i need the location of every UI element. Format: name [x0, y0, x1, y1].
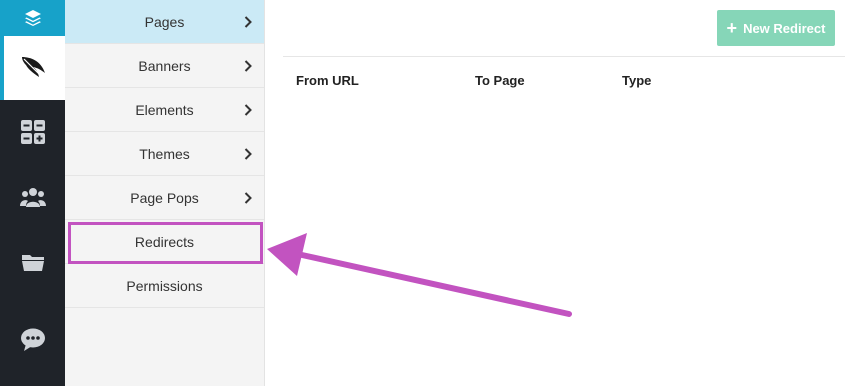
apps-grid-icon: [20, 120, 45, 144]
menu-item-page-pops[interactable]: Page Pops: [65, 176, 264, 220]
menu-item-elements[interactable]: Elements: [65, 88, 264, 132]
layers-icon: [24, 10, 41, 26]
chevron-right-icon: [242, 103, 254, 116]
chevron-right-icon: [242, 59, 254, 72]
main-content: + New Redirect From URL To Page Type: [265, 0, 860, 386]
chevron-right-icon: [242, 15, 254, 28]
menu-item-label: Banners: [138, 57, 191, 74]
plus-icon: +: [726, 18, 738, 38]
annotation-highlight-box: [68, 222, 263, 264]
menu-item-pages[interactable]: Pages: [65, 0, 264, 44]
menu-item-permissions[interactable]: Permissions: [65, 264, 264, 308]
column-header-type[interactable]: Type: [622, 73, 651, 88]
rail-item-folder[interactable]: [0, 242, 65, 282]
feather-icon: [21, 57, 45, 77]
icon-rail: [0, 0, 65, 386]
rail-item-chat[interactable]: [0, 320, 65, 360]
menu-item-label: Permissions: [126, 277, 203, 294]
chevron-right-icon: [242, 147, 254, 160]
menu-item-themes[interactable]: Themes: [65, 132, 264, 176]
menu-item-label: Page Pops: [130, 189, 199, 206]
submenu: Pages Banners Elements Themes Page Pops …: [65, 0, 265, 386]
menu-item-label: Pages: [144, 13, 185, 30]
rail-item-feather[interactable]: [0, 36, 65, 100]
rail-item-users[interactable]: [0, 177, 65, 217]
menu-item-label: Elements: [135, 101, 194, 118]
header-divider: [283, 56, 845, 57]
column-header-from-url[interactable]: From URL: [296, 73, 359, 88]
rail-item-apps[interactable]: [0, 112, 65, 152]
menu-item-banners[interactable]: Banners: [65, 44, 264, 88]
menu-item-label: Themes: [139, 145, 190, 162]
layers-button[interactable]: [0, 0, 65, 36]
column-header-to-page[interactable]: To Page: [475, 73, 525, 88]
new-redirect-button[interactable]: + New Redirect: [717, 10, 835, 46]
chat-icon: [20, 328, 45, 351]
chevron-right-icon: [242, 191, 254, 204]
new-redirect-label: New Redirect: [743, 20, 826, 36]
folder-icon: [21, 255, 44, 271]
users-icon: [19, 188, 46, 207]
